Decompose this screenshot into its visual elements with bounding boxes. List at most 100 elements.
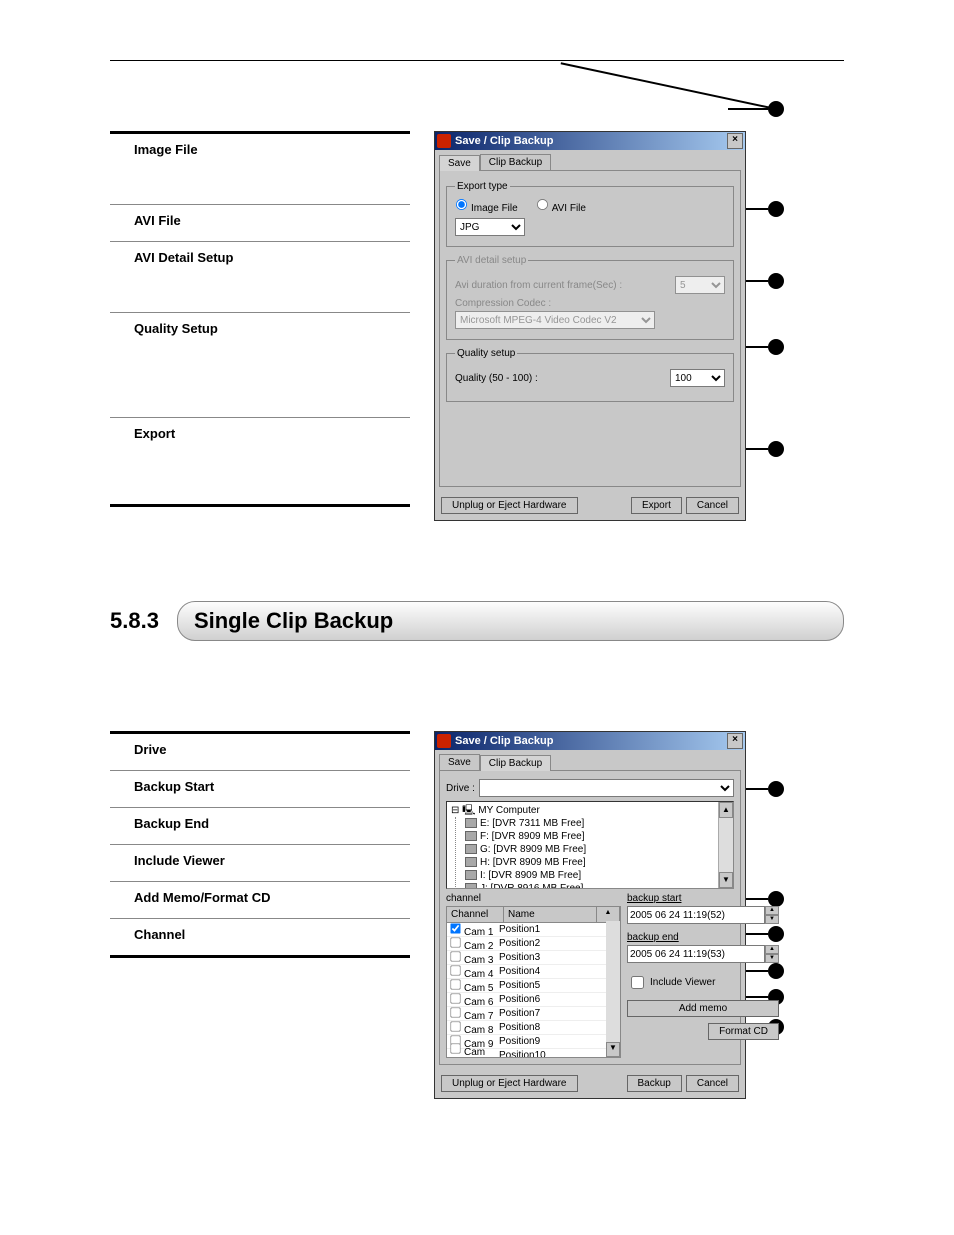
quality-select[interactable]: 100: [670, 369, 725, 387]
radio-avi-file-input[interactable]: [537, 199, 548, 210]
step-up-icon[interactable]: ▲: [765, 945, 779, 954]
quality-legend: Quality setup: [455, 348, 517, 359]
label-channel: Channel: [110, 919, 410, 958]
label-column-1: Image File AVI File AVI Detail Setup Qua…: [110, 131, 410, 507]
col-channel[interactable]: Channel: [447, 907, 504, 922]
channel-table: Channel Name ▲ Cam 1Position1Cam 2Positi…: [446, 906, 621, 1058]
avi-detail-group: AVI detail setup Avi duration from curre…: [446, 255, 734, 340]
quality-label: Quality (50 - 100) :: [455, 373, 666, 384]
radio-image-file-input[interactable]: [456, 199, 467, 210]
app-icon: [437, 734, 451, 748]
tab-clip-backup[interactable]: Clip Backup: [480, 755, 551, 771]
step-down-icon[interactable]: ▼: [765, 915, 779, 924]
add-memo-button[interactable]: Add memo: [627, 1000, 779, 1017]
step-up-icon[interactable]: ▲: [765, 906, 779, 915]
drive-icon: [465, 831, 477, 841]
scroll-down-icon[interactable]: ▼: [719, 872, 733, 888]
app-icon: [437, 134, 451, 148]
channel-checkbox[interactable]: [450, 1021, 460, 1031]
codec-label: Compression Codec :: [455, 298, 725, 309]
backup-end-input[interactable]: [627, 945, 765, 963]
eject-button[interactable]: Unplug or Eject Hardware: [441, 1075, 578, 1092]
include-viewer-label: Include Viewer: [650, 977, 715, 988]
callout-dot: [768, 781, 784, 797]
scroll-down-icon[interactable]: ▼: [606, 1042, 620, 1057]
scroll-up-icon[interactable]: ▲: [597, 907, 620, 922]
drive-tree-item[interactable]: J: [DVR 8916 MB Free]: [465, 882, 729, 889]
channel-checkbox[interactable]: [450, 1007, 460, 1017]
backup-end-field[interactable]: ▲▼: [627, 945, 779, 963]
drive-icon: [465, 844, 477, 854]
drive-icon: [465, 818, 477, 828]
drive-tree-item[interactable]: E: [DVR 7311 MB Free]: [465, 817, 729, 830]
drive-select[interactable]: [479, 779, 734, 797]
backup-start-field[interactable]: ▲▼: [627, 906, 779, 924]
label-column-2: Drive Backup Start Backup End Include Vi…: [110, 731, 410, 958]
step-down-icon[interactable]: ▼: [765, 954, 779, 963]
label-backup-end: Backup End: [110, 808, 410, 845]
label-drive: Drive: [110, 734, 410, 771]
table-row[interactable]: Cam 10Position10: [447, 1049, 620, 1058]
channel-checkbox[interactable]: [450, 923, 460, 933]
save-clip-backup-dialog-2: Save / Clip Backup × Save Clip Backup Dr…: [434, 731, 746, 1099]
drive-tree-item[interactable]: F: [DVR 8909 MB Free]: [465, 830, 729, 843]
label-avi-detail-setup: AVI Detail Setup: [110, 242, 410, 313]
backup-button[interactable]: Backup: [627, 1075, 682, 1092]
channel-checkbox[interactable]: [450, 993, 460, 1003]
avi-duration-select: 5: [675, 276, 725, 294]
channel-checkbox[interactable]: [450, 937, 460, 947]
drive-label: Drive :: [446, 783, 475, 794]
drive-icon: [465, 883, 477, 889]
image-format-select[interactable]: JPG: [455, 218, 525, 236]
tree-scrollbar[interactable]: ▲ ▼: [718, 802, 733, 888]
callout-dot: [768, 273, 784, 289]
table-scrollbar[interactable]: ▼: [606, 921, 620, 1057]
callout-dot: [768, 339, 784, 355]
eject-button[interactable]: Unplug or Eject Hardware: [441, 497, 578, 514]
close-icon[interactable]: ×: [727, 133, 743, 149]
col-name[interactable]: Name: [504, 907, 597, 922]
cancel-button[interactable]: Cancel: [686, 1075, 739, 1092]
codec-select: Microsoft MPEG-4 Video Codec V2: [455, 311, 655, 329]
radio-image-file[interactable]: Image File: [455, 198, 518, 214]
drive-tree-item[interactable]: I: [DVR 8909 MB Free]: [465, 869, 729, 882]
tab-clip-backup[interactable]: Clip Backup: [480, 154, 551, 170]
export-type-legend: Export type: [455, 181, 510, 192]
backup-start-input[interactable]: [627, 906, 765, 924]
export-button[interactable]: Export: [631, 497, 682, 514]
scroll-up-icon[interactable]: ▲: [719, 802, 733, 818]
callout-dot: [768, 101, 784, 117]
label-avi-file: AVI File: [110, 205, 410, 242]
channel-checkbox[interactable]: [450, 1043, 460, 1053]
label-backup-start: Backup Start: [110, 771, 410, 808]
format-cd-button[interactable]: Format CD: [708, 1023, 779, 1040]
quality-group: Quality setup Quality (50 - 100) : 100: [446, 348, 734, 402]
drive-tree-item[interactable]: G: [DVR 8909 MB Free]: [465, 843, 729, 856]
tab-save[interactable]: Save: [439, 155, 480, 171]
avi-detail-legend: AVI detail setup: [455, 255, 528, 266]
label-quality-setup: Quality Setup: [110, 313, 410, 418]
channel-section-label: channel: [446, 893, 621, 904]
channel-checkbox[interactable]: [450, 965, 460, 975]
radio-avi-file[interactable]: AVI File: [536, 198, 586, 214]
callout-dot: [768, 441, 784, 457]
avi-duration-label: Avi duration from current frame(Sec) :: [455, 280, 671, 291]
include-viewer-checkbox[interactable]: [631, 976, 644, 989]
section-title: Single Clip Backup: [177, 601, 844, 641]
drive-icon: [465, 857, 477, 867]
section-number: 5.8.3: [110, 608, 159, 634]
channel-checkbox[interactable]: [450, 979, 460, 989]
dialog-title: Save / Clip Backup: [455, 735, 727, 747]
callout-dot: [768, 201, 784, 217]
tab-save[interactable]: Save: [439, 754, 480, 770]
cancel-button[interactable]: Cancel: [686, 497, 739, 514]
label-include-viewer: Include Viewer: [110, 845, 410, 882]
close-icon[interactable]: ×: [727, 733, 743, 749]
drive-tree-item[interactable]: H: [DVR 8909 MB Free]: [465, 856, 729, 869]
drive-tree[interactable]: ⊟ 🖳 MY Computer E: [DVR 7311 MB Free]F: …: [446, 801, 734, 889]
channel-checkbox[interactable]: [450, 951, 460, 961]
backup-start-label: backup start: [627, 893, 779, 904]
save-clip-backup-dialog: Save / Clip Backup × Save Clip Backup Ex…: [434, 131, 746, 521]
export-type-group: Export type Image File AVI File JPG: [446, 181, 734, 247]
backup-end-label: backup end: [627, 932, 779, 943]
